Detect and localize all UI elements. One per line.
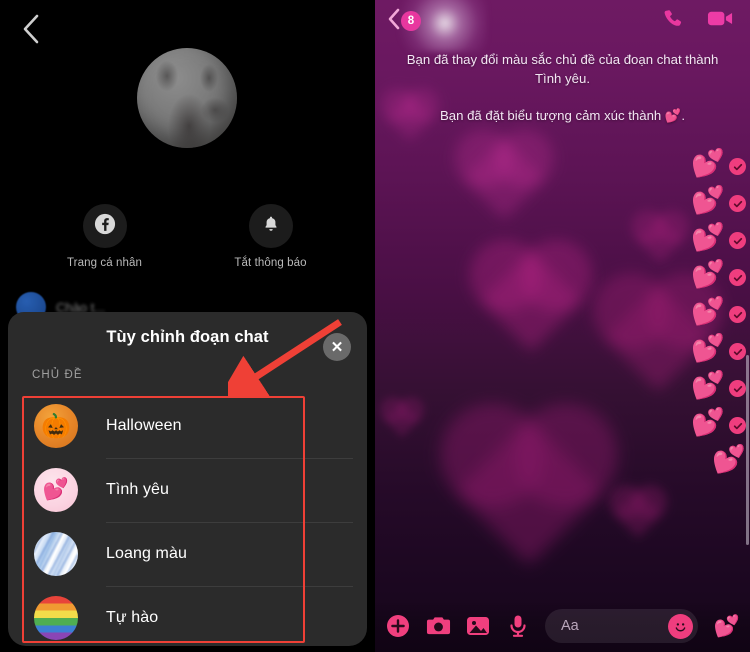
- theme-item-love[interactable]: Tình yêu: [34, 458, 367, 522]
- chevron-left-icon: [387, 8, 402, 35]
- hearts-thumb-icon: [34, 468, 78, 512]
- close-icon[interactable]: ✕: [323, 333, 351, 361]
- message-composer: Aa 💕: [375, 600, 750, 652]
- back-button[interactable]: [14, 12, 48, 46]
- sent-status-icon: [729, 232, 746, 249]
- heart-emoji-message: 💕: [691, 370, 725, 400]
- background-heart: [462, 137, 546, 221]
- heart-emoji-message: 💕: [691, 259, 725, 289]
- theme-label: Tự hào: [106, 609, 159, 626]
- plus-icon[interactable]: [385, 613, 411, 639]
- message-row[interactable]: 💕: [691, 335, 746, 362]
- sent-status-icon: [729, 306, 746, 323]
- app-screenshot: Trang cá nhân Tắt thông báo Chào t... Tù…: [0, 0, 750, 652]
- message-row[interactable]: 💕: [691, 150, 746, 177]
- quick-action-profile[interactable]: Trang cá nhân: [53, 204, 157, 269]
- message-input[interactable]: Aa: [545, 609, 698, 643]
- sheet-title: Tùy chỉnh đoạn chat: [106, 328, 269, 346]
- message-row[interactable]: 💕: [691, 298, 746, 325]
- heart-emoji-message: 💕: [691, 148, 725, 178]
- heart-emoji-message: 💕: [691, 407, 725, 437]
- sent-status-icon: [729, 380, 746, 397]
- camera-icon[interactable]: [425, 613, 451, 639]
- background-heart: [383, 400, 421, 438]
- quick-actions-row: Trang cá nhân Tắt thông báo: [0, 204, 375, 269]
- heart-emoji-message: 💕: [691, 296, 725, 326]
- heart-emoji-message: 💕: [691, 185, 725, 215]
- facebook-icon-circle: [82, 204, 127, 248]
- theme-label: Loang màu: [106, 545, 187, 562]
- message-row[interactable]: 💕: [691, 409, 746, 436]
- sent-status-icon: [729, 417, 746, 434]
- pumpkin-thumb-icon: [34, 404, 78, 448]
- video-camera-icon[interactable]: [707, 8, 734, 34]
- message-row[interactable]: 💕: [691, 224, 746, 251]
- phone-icon[interactable]: [662, 7, 685, 35]
- message-row[interactable]: 💕: [691, 261, 746, 288]
- sent-status-icon: [729, 195, 746, 212]
- bell-icon-circle: [248, 204, 293, 248]
- chat-topbar: 8: [375, 0, 750, 42]
- background-heart: [455, 418, 603, 566]
- theme-label: Tình yêu: [106, 481, 170, 498]
- message-row[interactable]: 💕: [712, 446, 746, 473]
- theme-item-pride[interactable]: Tự hào: [34, 586, 367, 646]
- heart-emoji-message: 💕: [691, 333, 725, 363]
- input-placeholder: Aa: [561, 618, 579, 634]
- message-row[interactable]: 💕: [691, 187, 746, 214]
- profile-avatar[interactable]: [137, 48, 237, 148]
- quick-action-label: Trang cá nhân: [66, 257, 143, 269]
- message-list: 💕 💕 💕 💕 💕 💕 💕 💕 💕: [691, 150, 746, 473]
- facebook-icon: [94, 213, 116, 240]
- background-heart: [613, 489, 663, 539]
- gallery-icon[interactable]: [465, 613, 491, 639]
- theme-label: Halloween: [106, 417, 182, 434]
- unread-badge: 8: [401, 11, 421, 31]
- tiedye-thumb-icon: [34, 532, 78, 576]
- background-heart: [480, 250, 582, 352]
- background-heart: [635, 214, 685, 264]
- chat-back-button[interactable]: 8: [387, 8, 421, 35]
- section-label-theme: CHỦ ĐỀ: [32, 369, 83, 381]
- call-actions: [662, 7, 734, 35]
- chevron-left-icon: [21, 13, 41, 45]
- message-row[interactable]: 💕: [691, 372, 746, 399]
- quick-action-mute[interactable]: Tắt thông báo: [219, 204, 323, 269]
- sent-status-icon: [729, 269, 746, 286]
- send-heart-sticker-button[interactable]: 💕: [714, 616, 740, 637]
- theme-item-halloween[interactable]: Halloween: [34, 394, 367, 458]
- system-message: Bạn đã thay đổi màu sắc chủ đề của đoạn …: [406, 52, 719, 86]
- heart-emoji-message: 💕: [712, 444, 746, 474]
- right-phone-panel: 8 Bạn đã thay đổi màu sắc chủ đề của đoạ…: [375, 0, 750, 652]
- chat-scrollbar[interactable]: [746, 355, 749, 545]
- sent-status-icon: [729, 343, 746, 360]
- bell-icon: [261, 214, 281, 239]
- smiley-icon[interactable]: [667, 613, 693, 639]
- sent-status-icon: [729, 158, 746, 175]
- system-message: Bạn đã đặt biểu tượng cảm xúc thành 💕.: [439, 108, 686, 123]
- theme-list: Halloween Tình yêu Loang màu Tự hào: [8, 394, 367, 646]
- theme-item-tiedye[interactable]: Loang màu: [34, 522, 367, 586]
- left-phone-panel: Trang cá nhân Tắt thông báo Chào t... Tù…: [0, 0, 375, 652]
- quick-action-label: Tắt thông báo: [234, 257, 307, 269]
- heart-emoji-message: 💕: [691, 222, 725, 252]
- rainbow-thumb-icon: [34, 596, 78, 640]
- customize-chat-sheet: Tùy chỉnh đoạn chat ✕ CHỦ ĐỀ Halloween T…: [8, 312, 367, 646]
- microphone-icon[interactable]: [505, 613, 531, 639]
- system-messages: Bạn đã thay đổi màu sắc chủ đề của đoạn …: [375, 50, 750, 125]
